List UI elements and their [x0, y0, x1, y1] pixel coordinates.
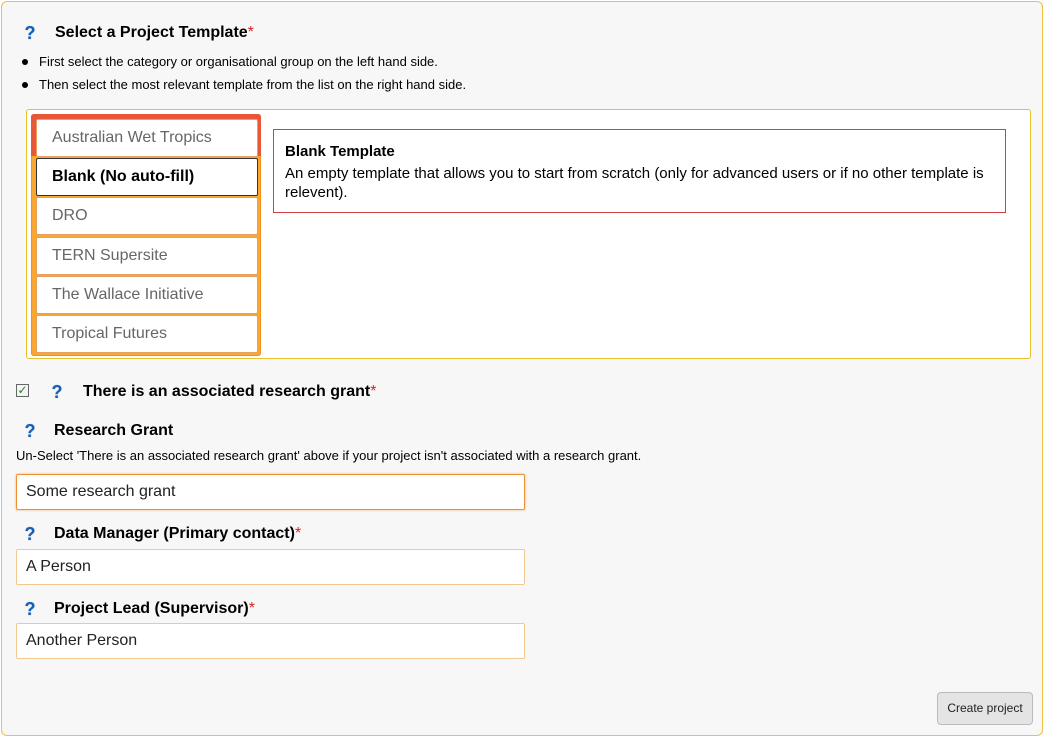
grant-checkbox-label: There is an associated research grant*: [83, 383, 377, 400]
help-icon[interactable]: ?: [21, 600, 39, 618]
checkmark-icon: ✓: [17, 383, 28, 397]
instruction-item: Then select the most relevant template f…: [22, 77, 466, 100]
project-lead-input[interactable]: [16, 623, 525, 659]
project-form: ? Select a Project Template* First selec…: [1, 1, 1043, 736]
create-project-button[interactable]: Create project: [937, 692, 1033, 725]
template-description-text: An empty template that allows you to sta…: [285, 165, 984, 201]
data-manager-input[interactable]: [16, 549, 525, 585]
required-marker: *: [248, 600, 255, 617]
help-icon[interactable]: ?: [21, 24, 39, 42]
help-icon[interactable]: ?: [48, 383, 66, 401]
instruction-list: First select the category or organisatio…: [22, 54, 466, 100]
required-marker: *: [294, 525, 302, 542]
template-category-list: Australian Wet Tropics Blank (No auto-fi…: [31, 114, 261, 356]
research-grant-label: Research Grant: [54, 422, 174, 439]
template-description-title: Blank Template: [285, 143, 395, 160]
template-item-dro[interactable]: DRO: [36, 197, 258, 235]
project-lead-label: Project Lead (Supervisor)*: [54, 600, 255, 617]
help-icon[interactable]: ?: [21, 422, 39, 440]
required-marker: *: [247, 24, 254, 41]
help-icon[interactable]: ?: [21, 525, 39, 543]
required-marker: *: [370, 383, 377, 400]
template-picker: Australian Wet Tropics Blank (No auto-fi…: [26, 109, 1031, 359]
template-item-tern-supersite[interactable]: TERN Supersite: [36, 237, 258, 275]
data-manager-label: Data Manager (Primary contact)*: [54, 525, 302, 542]
grant-checkbox[interactable]: ✓: [16, 384, 29, 397]
template-section-title: Select a Project Template*: [55, 24, 254, 41]
research-grant-hint: Un-Select 'There is an associated resear…: [16, 448, 642, 463]
template-item-blank[interactable]: Blank (No auto-fill): [36, 158, 258, 196]
research-grant-input[interactable]: [16, 474, 525, 510]
template-item-australian-wet-tropics[interactable]: Australian Wet Tropics: [36, 119, 258, 157]
template-item-tropical-futures[interactable]: Tropical Futures: [36, 315, 258, 353]
instruction-item: First select the category or organisatio…: [22, 54, 466, 77]
template-description: Blank Template An empty template that al…: [273, 129, 1006, 213]
template-item-wallace-initiative[interactable]: The Wallace Initiative: [36, 276, 258, 314]
